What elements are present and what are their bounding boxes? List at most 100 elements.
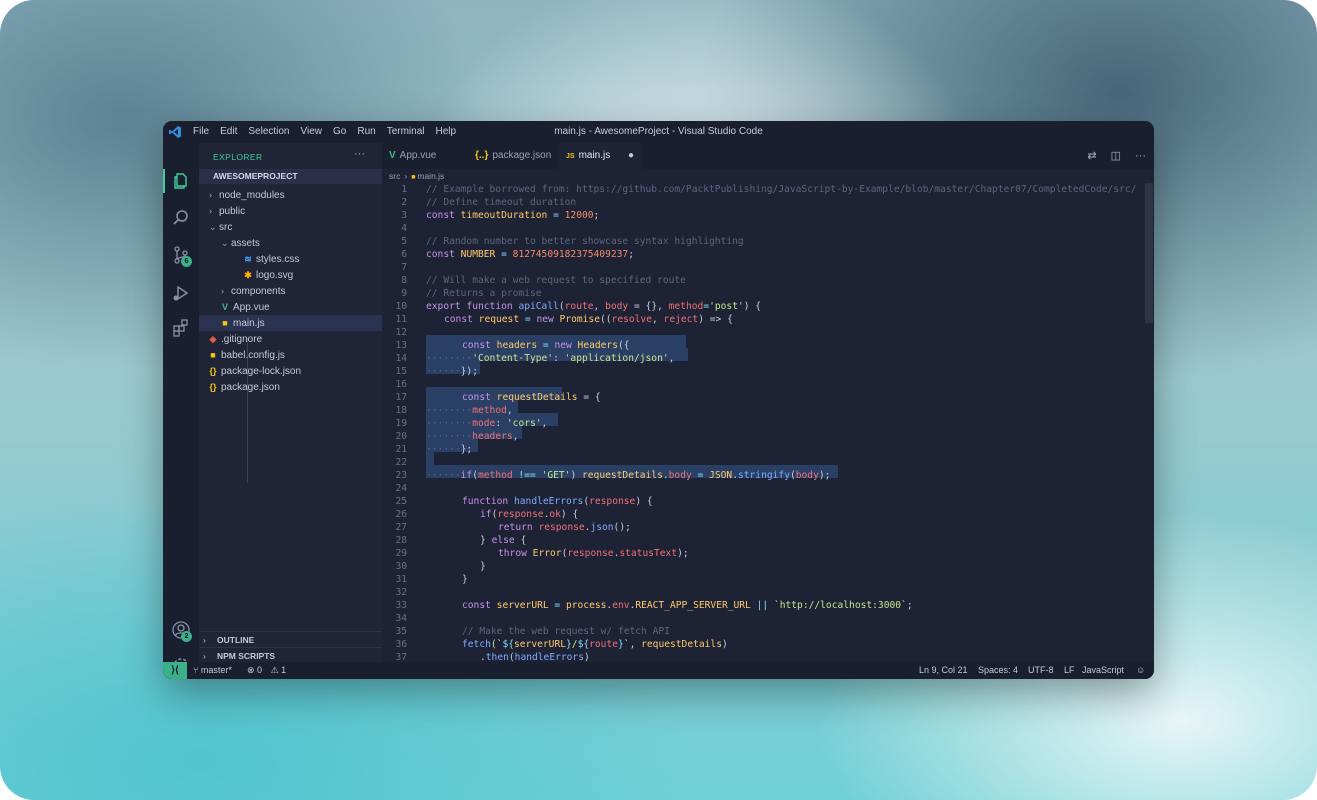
code-line: 25 function handleErrors(response) { [395, 496, 653, 507]
breadcrumb-src[interactable]: src [389, 171, 400, 181]
code-line: 22 [395, 457, 407, 468]
chevron-down-icon: ⌄ [221, 238, 229, 248]
editor-area: V App.vue {..} package.json JS main.js ● ⇄ ◫… [382, 143, 1154, 662]
tree-item-node-modules[interactable]: › node_modules [209, 187, 285, 203]
chevron-right-icon: › [209, 190, 212, 200]
code-line: 31} [395, 574, 468, 585]
code-line: 5// Random number to better showcase syn… [401, 236, 744, 247]
code-line: 8// Will make a web request to specified… [401, 275, 686, 286]
code-line: 16 [395, 379, 407, 390]
chevron-down-icon: ⌄ [209, 222, 217, 232]
menu-file[interactable]: File [193, 126, 209, 137]
code-line: 20 ········headers, [395, 431, 519, 442]
vscode-logo-icon [169, 126, 181, 138]
code-line: 10 export function apiCall(route, body = … [395, 301, 762, 312]
code-line: 3 const timeoutDuration = 12000; [401, 210, 600, 221]
code-line: 28} else { [395, 535, 527, 546]
code-line: 18 ········method, [395, 405, 513, 416]
language-mode[interactable]: JavaScript [1082, 665, 1124, 675]
tree-item-logo-svg[interactable]: ✱ logo.svg [243, 267, 293, 283]
code-line: 35// Make the web request w/ fetch API [395, 626, 670, 637]
outline-section[interactable]: › OUTLINE [199, 631, 382, 648]
accounts-badge: 2 [181, 631, 192, 642]
more-actions-icon[interactable]: ··· [354, 148, 365, 160]
problems-status[interactable]: ⊗ 0 ⚠ 1 [247, 665, 286, 676]
menu-go[interactable]: Go [333, 126, 346, 137]
tree-item-gitignore[interactable]: ◆ .gitignore [208, 331, 263, 347]
extensions-icon[interactable] [171, 318, 191, 338]
branch-status[interactable]: ⑂ master* [193, 665, 232, 675]
tree-item-assets[interactable]: ⌄ assets [221, 235, 260, 251]
code-line: 2// Define timeout duration [401, 197, 577, 208]
project-folder[interactable]: AWESOMEPROJECT [199, 169, 382, 184]
tree-item-components[interactable]: › components [221, 283, 285, 299]
editor-scrollbar[interactable] [1144, 183, 1154, 662]
open-changes-icon[interactable]: ⇄ [1087, 150, 1096, 162]
tab-main-js[interactable]: JS main.js ● [558, 143, 642, 169]
tab-package-json[interactable]: {..} package.json [468, 143, 558, 169]
code-line: 17 const requestDetails = { [395, 392, 601, 403]
menu-terminal[interactable]: Terminal [387, 126, 425, 137]
unsaved-dot-icon[interactable]: ● [628, 143, 634, 169]
tree-item-package-json[interactable]: {} package.json [208, 379, 279, 395]
code-line: 26 if(response.ok) { [395, 509, 579, 520]
vue-file-icon: V [389, 150, 396, 161]
chevron-right-icon: › [209, 206, 212, 216]
code-line: 14 ········'Content-Type': 'application/j… [395, 353, 675, 364]
search-icon[interactable] [171, 208, 191, 228]
code-line: 6 const NUMBER = 81274509182375409237; [401, 249, 634, 260]
menu-view[interactable]: View [301, 126, 323, 137]
code-line: 13 const headers = new Headers({ [395, 340, 630, 351]
scrollbar-thumb[interactable] [1145, 183, 1153, 323]
vue-file-icon: V [221, 302, 228, 312]
code-line: 11 const request = new Promise((resolve, … [395, 314, 733, 325]
breadcrumb: src › ■ main.js [389, 171, 444, 181]
json-file-icon: {..} [475, 150, 489, 161]
cursor-position[interactable]: Ln 9, Col 21 [919, 665, 968, 675]
code-line: 1// Example borrowed from: https://githu… [401, 184, 1137, 195]
code-line: 7 [401, 262, 407, 273]
git-branch-icon: ⑂ [193, 665, 201, 675]
tree-item-app-vue[interactable]: V App.vue [220, 299, 270, 315]
code-line: 4 [401, 223, 407, 234]
json-file-icon: {} [209, 366, 217, 376]
menu-edit[interactable]: Edit [220, 126, 237, 137]
tree-item-main-js[interactable]: ■ main.js [199, 315, 382, 331]
code-line: 30} [395, 561, 486, 572]
split-editor-icon[interactable]: ◫ [1111, 150, 1121, 162]
tree-item-public[interactable]: › public [209, 203, 245, 219]
menu-bar: File Edit Selection View Go Run Terminal… [193, 126, 467, 137]
tab-app-vue[interactable]: V App.vue [382, 143, 468, 169]
breadcrumb-main-js[interactable]: main.js [417, 171, 444, 181]
menu-help[interactable]: Help [436, 126, 457, 137]
encoding-status[interactable]: UTF-8 [1028, 665, 1054, 675]
explorer-sidebar: EXPLORER ··· AWESOMEPROJECT › node_module… [199, 143, 382, 662]
code-line: 19 ········mode: 'cors', [395, 418, 548, 429]
eol-status[interactable]: LF [1064, 665, 1075, 675]
git-file-icon: ◆ [209, 334, 217, 344]
remote-indicator-icon[interactable]: ⟩⟨ [163, 662, 187, 679]
more-actions-icon[interactable]: ··· [1135, 150, 1146, 162]
css-file-icon: ≋ [244, 254, 252, 264]
tree-item-package-lock[interactable]: {} package-lock.json [208, 363, 301, 379]
source-control-badge: 6 [181, 256, 192, 267]
tree-item-styles-css[interactable]: ≋ styles.css [243, 251, 299, 267]
explorer-icon[interactable] [171, 171, 191, 191]
feedback-icon[interactable]: ☺ [1136, 665, 1145, 675]
title-bar: File Edit Selection View Go Run Terminal… [163, 121, 1154, 143]
run-debug-icon[interactable] [171, 283, 191, 303]
chevron-right-icon: › [404, 171, 408, 181]
warning-icon: ⚠ [270, 665, 282, 675]
menu-selection[interactable]: Selection [248, 126, 289, 137]
explorer-header: EXPLORER [213, 152, 263, 162]
code-editor[interactable]: 1// Example borrowed from: https://githu… [382, 183, 1154, 662]
tree-item-babel-config[interactable]: ■ babel.config.js [208, 347, 285, 363]
tree-item-src[interactable]: ⌄ src [209, 219, 232, 235]
code-line: 29 throw Error(response.statusText); [395, 548, 689, 559]
js-file-icon: ■ [210, 350, 216, 360]
menu-run[interactable]: Run [357, 126, 375, 137]
code-line: 32 [395, 587, 407, 598]
active-indicator [163, 169, 165, 193]
indentation-status[interactable]: Spaces: 4 [978, 665, 1018, 675]
js-file-icon: JS [566, 153, 575, 160]
